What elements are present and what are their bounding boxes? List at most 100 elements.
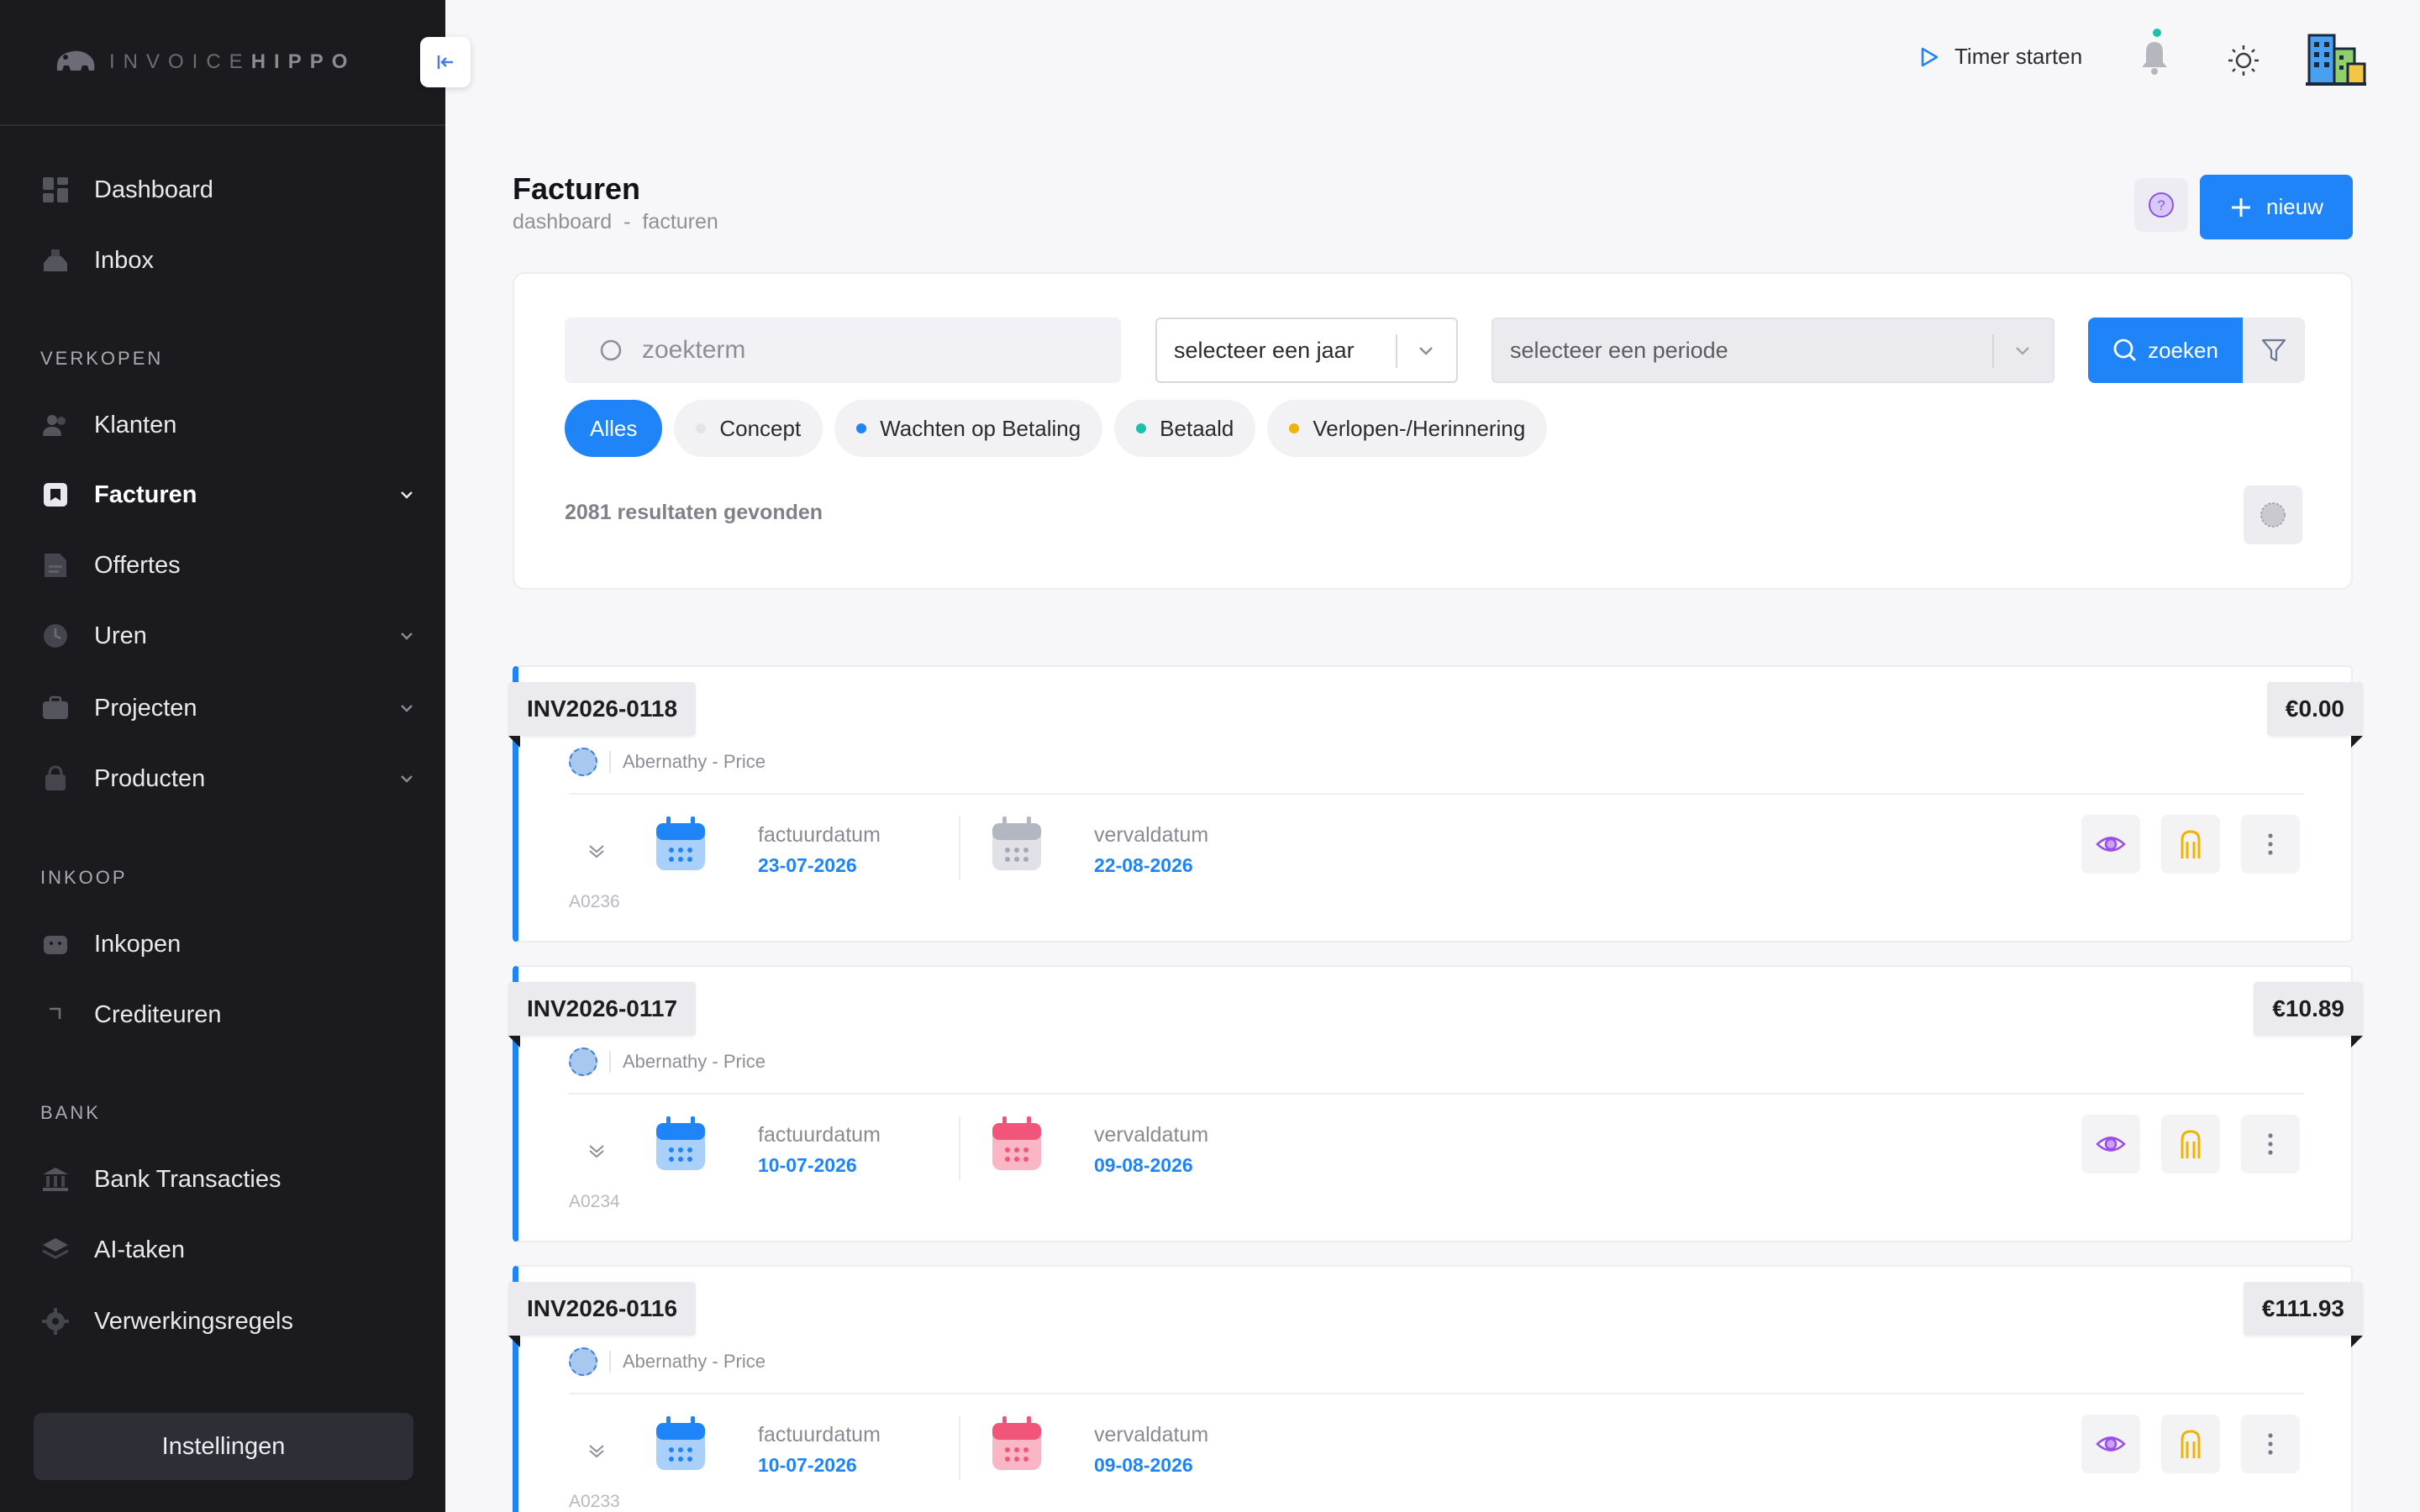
search-button[interactable]: zoeken	[2088, 318, 2243, 383]
client-row: Abernathy - Price	[569, 1347, 765, 1376]
sidebar-item-klanten[interactable]: Klanten	[40, 400, 418, 450]
status-dot	[856, 423, 867, 433]
invoice-date-label: factuurdatum	[758, 823, 881, 847]
due-date: vervaldatum 09-08-2026	[1094, 1423, 1208, 1477]
pay-button[interactable]	[2161, 815, 2220, 874]
status-dot	[1136, 423, 1147, 433]
pay-button[interactable]	[2161, 1415, 2220, 1473]
sidebar-item-dashboard[interactable]: Dashboard	[40, 165, 418, 215]
client-name[interactable]: Abernathy - Price	[623, 1351, 765, 1373]
search-button-label: zoeken	[2148, 337, 2218, 363]
year-select[interactable]: selecteer een jaar	[1155, 318, 1458, 383]
breadcrumb-facturen: facturen	[642, 210, 718, 234]
collapse-sidebar-button[interactable]	[420, 37, 471, 87]
more-vertical-icon	[2268, 833, 2273, 855]
users-icon	[40, 410, 71, 440]
filter-button[interactable]	[2243, 318, 2305, 383]
sidebar-item-inkopen[interactable]: Inkopen	[40, 919, 418, 969]
invoice-number[interactable]: INV2026-0117	[508, 982, 697, 1036]
sidebar-item-uren[interactable]: Uren	[40, 611, 418, 661]
client-row: Abernathy - Price	[569, 748, 765, 776]
chevron-down-icon	[2016, 347, 2029, 355]
breadcrumb-dashboard[interactable]: dashboard	[513, 210, 612, 234]
pill-label: Alles	[590, 415, 638, 441]
more-options-button[interactable]	[2241, 815, 2300, 874]
invoice-amount: €10.89	[2254, 982, 2363, 1036]
chevron-down-icon[interactable]	[584, 1138, 609, 1163]
sidebar-item-verwerkingsregels[interactable]: Verwerkingsregels	[40, 1296, 418, 1347]
invoice-date-value: 23-07-2026	[758, 854, 857, 876]
status-pill-betaald[interactable]: Betaald	[1114, 400, 1256, 457]
status-pill-wachten-op-betaling[interactable]: Wachten op Betaling	[834, 400, 1103, 457]
invoice-card[interactable]: INV2026-0116 €111.93 Abernathy - Price f…	[508, 1265, 2363, 1512]
breadcrumb-separator: -	[623, 210, 631, 234]
view-button[interactable]	[2081, 815, 2140, 874]
period-select[interactable]: selecteer een periode	[1491, 318, 2054, 383]
view-button[interactable]	[2081, 1415, 2140, 1473]
pill-label: Wachten op Betaling	[880, 415, 1081, 441]
invoice-date-label: factuurdatum	[758, 1123, 881, 1147]
chevron-down-icon	[401, 633, 413, 640]
chevron-down-icon	[401, 491, 413, 499]
sidebar-item-offertes[interactable]: Offertes	[40, 540, 418, 591]
separator	[609, 751, 611, 773]
sidebar-item-label: Klanten	[94, 411, 177, 438]
sidebar-item-bank-transacties[interactable]: Bank Transacties	[40, 1154, 418, 1205]
avatar[interactable]	[2304, 27, 2368, 87]
pay-button[interactable]	[2161, 1115, 2220, 1173]
help-icon: ?	[2149, 192, 2174, 218]
invoice-card[interactable]: INV2026-0118 €0.00 Abernathy - Price fac…	[508, 665, 2363, 942]
client-name[interactable]: Abernathy - Price	[623, 751, 765, 773]
calendar-icon	[656, 816, 705, 870]
more-options-button[interactable]	[2241, 1115, 2300, 1173]
sidebar-item-producten[interactable]: Producten	[40, 753, 418, 804]
more-vertical-icon	[2268, 1133, 2273, 1155]
due-date-value: 09-08-2026	[1094, 1154, 1193, 1176]
start-timer-button[interactable]: Timer starten	[1919, 44, 2082, 70]
client-name[interactable]: Abernathy - Price	[623, 1051, 765, 1073]
due-date-label: vervaldatum	[1094, 1123, 1209, 1147]
status-pill-verlopen[interactable]: Verlopen-/Herinnering	[1267, 400, 1548, 457]
invoice-card[interactable]: INV2026-0117 €10.89 Abernathy - Price fa…	[508, 965, 2363, 1242]
invoice-number[interactable]: INV2026-0116	[508, 1282, 697, 1336]
chevron-down-icon[interactable]	[584, 1438, 609, 1463]
search-icon	[600, 339, 622, 361]
new-invoice-button[interactable]: nieuw	[2200, 175, 2353, 239]
sidebar-item-inbox[interactable]: Inbox	[40, 235, 418, 286]
invoice-number[interactable]: INV2026-0118	[508, 682, 697, 736]
quote-icon	[40, 550, 71, 580]
sidebar-item-facturen[interactable]: Facturen	[40, 470, 418, 520]
sidebar-item-label: Offertes	[94, 551, 181, 579]
divider	[569, 1093, 2304, 1095]
separator	[609, 1051, 611, 1073]
logo[interactable]: INVOICEHIPPO	[0, 0, 445, 126]
status-pill-concept[interactable]: Concept	[674, 400, 823, 457]
select-divider	[1396, 334, 1397, 368]
tag-fold	[2351, 1336, 2363, 1347]
logo-suffix: HIPPO	[250, 50, 356, 73]
sidebar-item-label: Inbox	[94, 246, 154, 274]
pill-label: Verlopen-/Herinnering	[1313, 415, 1526, 441]
bell-icon[interactable]	[2139, 39, 2170, 76]
sidebar-item-ai-taken[interactable]: AI-taken	[40, 1225, 418, 1275]
divider	[569, 1393, 2304, 1394]
list-settings-button[interactable]	[2244, 486, 2302, 544]
sidebar-item-crediteuren[interactable]: Crediteuren	[40, 990, 418, 1040]
more-vertical-icon	[2268, 1433, 2273, 1455]
settings-button[interactable]: Instellingen	[34, 1413, 413, 1480]
theme-toggle-icon[interactable]	[2227, 44, 2260, 77]
sidebar-item-label: AI-taken	[94, 1236, 185, 1263]
status-pill-alles[interactable]: Alles	[565, 400, 663, 457]
client-avatar	[569, 1347, 597, 1376]
sidebar-item-projecten[interactable]: Projecten	[40, 683, 418, 733]
chevron-down-icon[interactable]	[584, 838, 609, 864]
more-options-button[interactable]	[2241, 1415, 2300, 1473]
calendar-icon	[992, 816, 1041, 870]
eye-icon	[2096, 837, 2126, 852]
collapse-left-icon	[437, 55, 453, 69]
help-button[interactable]: ?	[2134, 178, 2188, 232]
payment-icon	[2181, 1430, 2201, 1458]
due-date-label: vervaldatum	[1094, 1423, 1209, 1446]
search-input[interactable]: zoekterm	[565, 318, 1121, 383]
view-button[interactable]	[2081, 1115, 2140, 1173]
